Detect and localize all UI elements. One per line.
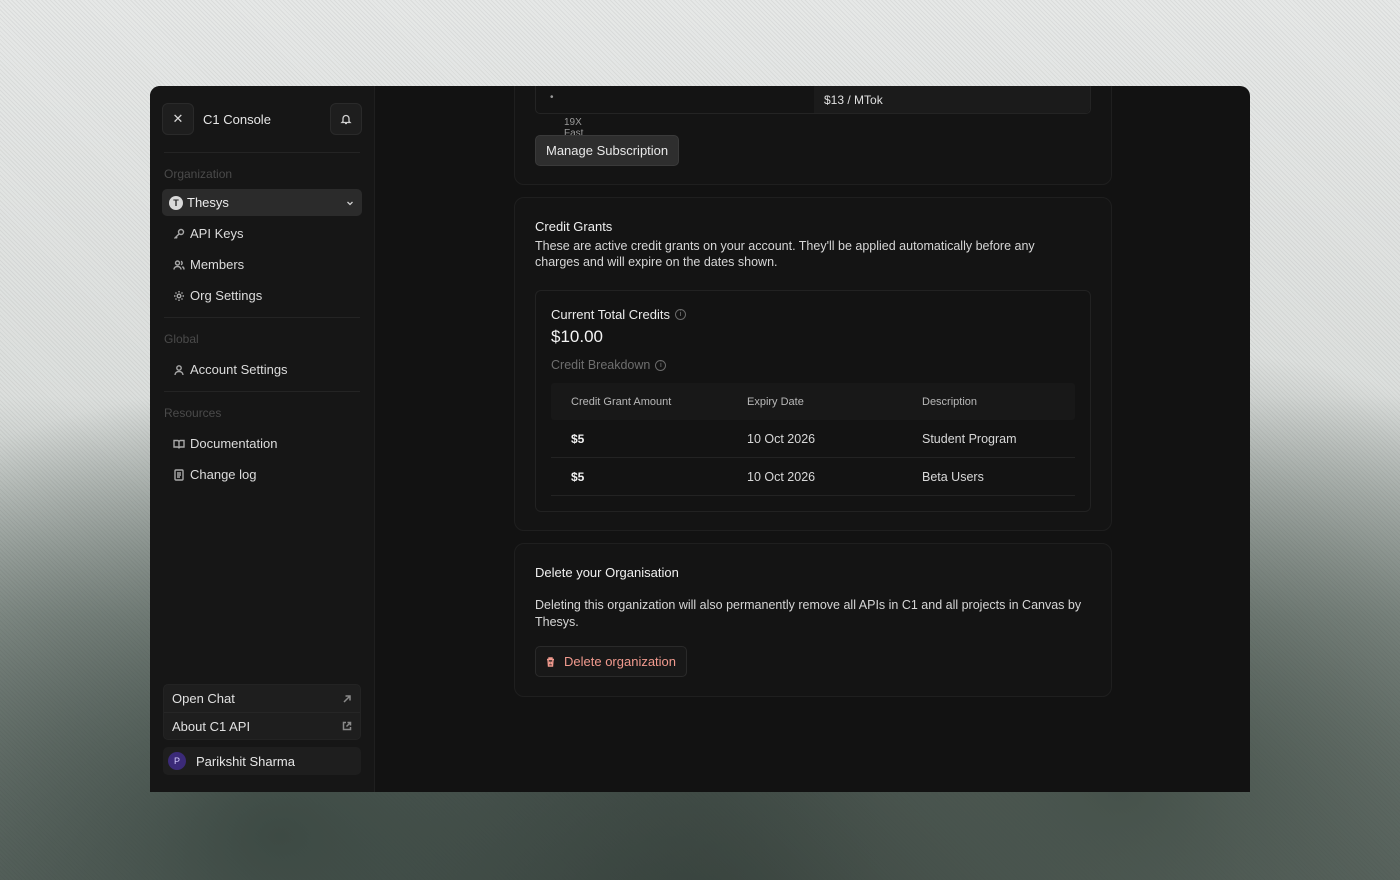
grant-description: Beta Users	[922, 469, 984, 484]
pricing-price-cell: $13 / MTok	[814, 86, 1090, 113]
about-c1-api-link[interactable]: About C1 API	[164, 712, 360, 739]
pricing-feature: • 19X Fast inputs	[550, 92, 591, 150]
sidebar-item-org-settings[interactable]: Org Settings	[162, 280, 362, 311]
sidebar-item-account-settings[interactable]: Account Settings	[162, 354, 362, 385]
delete-org-title: Delete your Organisation	[535, 565, 679, 580]
user-menu[interactable]: P Parikshit Sharma	[163, 747, 361, 775]
close-icon: ✕	[172, 111, 184, 126]
org-selector[interactable]: T Thesys	[162, 189, 362, 216]
arrow-up-right-icon	[343, 694, 351, 703]
credit-breakdown-label: Credit Breakdown i	[551, 358, 667, 372]
manage-subscription-button[interactable]: Manage Subscription	[535, 135, 680, 166]
user-icon	[174, 364, 184, 375]
delete-button-label: Delete organization	[564, 654, 677, 669]
main-content: • 19X Fast inputs $13 / MTok Manage Subs…	[375, 86, 1250, 792]
book-icon	[173, 439, 185, 449]
column-header-description: Description	[922, 395, 978, 408]
avatar: P	[168, 752, 186, 770]
sidebar: ✕ C1 Console Organization T Thesys API K…	[150, 86, 375, 792]
bell-icon	[340, 114, 352, 125]
credits-summary: Current Total Credits i $10.00 Credit Br…	[535, 290, 1091, 512]
link-label: Open Chat	[172, 691, 235, 706]
table-row: $5 10 Oct 2026 Beta Users	[551, 458, 1075, 496]
credit-grants-description: These are active credit grants on your a…	[535, 239, 1035, 269]
sidebar-item-members[interactable]: Members	[162, 249, 362, 280]
pricing-table: • 19X Fast inputs $13 / MTok	[535, 86, 1091, 150]
app-title: C1 Console	[203, 111, 271, 127]
open-chat-link[interactable]: Open Chat	[164, 685, 360, 712]
credit-grants-card: Credit Grants These are active credit gr…	[514, 197, 1112, 531]
sidebar-footer: Open Chat About C1 API P Parikshit Sharm…	[163, 684, 361, 775]
sidebar-item-documentation[interactable]: Documentation	[162, 428, 362, 459]
delete-organization-button[interactable]: Delete organization	[535, 646, 688, 677]
info-icon[interactable]: i	[655, 359, 667, 371]
console-window: ✕ C1 Console Organization T Thesys API K…	[150, 86, 1250, 792]
sidebar-item-label: Change log	[190, 467, 257, 482]
users-icon	[173, 259, 185, 270]
key-icon	[174, 228, 185, 239]
grant-expiry: 10 Oct 2026	[747, 469, 816, 484]
total-credits-value: $10.00	[551, 327, 603, 346]
sidebar-item-change-log[interactable]: Change log	[162, 459, 362, 490]
close-sidebar-button[interactable]: ✕	[162, 103, 194, 135]
chevron-down-icon	[347, 201, 353, 205]
sidebar-item-label: Account Settings	[190, 362, 288, 377]
table-header: Credit Grant Amount Expiry Date Descript…	[551, 383, 1075, 420]
grant-expiry: 10 Oct 2026	[747, 431, 816, 446]
file-icon	[174, 468, 184, 481]
notifications-button[interactable]	[330, 103, 362, 135]
grant-description: Student Program	[922, 431, 1017, 446]
org-name: Thesys	[187, 195, 229, 210]
credit-grants-title: Credit Grants	[535, 219, 613, 234]
subscription-card: • 19X Fast inputs $13 / MTok Manage Subs…	[514, 86, 1112, 185]
section-label-organization: Organization	[164, 167, 233, 181]
sidebar-item-label: Documentation	[190, 436, 278, 451]
sidebar-item-api-keys[interactable]: API Keys	[162, 218, 362, 249]
delete-org-description: Deleting this organization will also per…	[535, 598, 1082, 629]
credit-grants-table: Credit Grant Amount Expiry Date Descript…	[551, 383, 1075, 496]
info-icon[interactable]: i	[674, 309, 686, 320]
trash-icon	[547, 656, 554, 667]
sidebar-item-label: Members	[190, 257, 245, 272]
column-header-expiry: Expiry Date	[747, 395, 804, 408]
delete-organisation-card: Delete your Organisation Deleting this o…	[514, 543, 1112, 697]
link-label: About C1 API	[172, 718, 251, 734]
org-logo: T	[169, 195, 183, 210]
table-row: $5 10 Oct 2026 Student Program	[551, 420, 1075, 458]
pricing-feature-cell: • 19X Fast inputs	[536, 86, 814, 150]
sidebar-item-label: API Keys	[190, 226, 244, 241]
grant-amount: $5	[571, 469, 585, 484]
section-label-global: Global	[164, 332, 199, 346]
sidebar-header: ✕ C1 Console	[162, 86, 362, 152]
gear-icon	[174, 290, 184, 301]
column-header-amount: Credit Grant Amount	[571, 395, 672, 408]
total-credits-label: Current Total Credits i	[551, 307, 686, 322]
sidebar-item-label: Org Settings	[190, 288, 263, 303]
user-name: Parikshit Sharma	[196, 753, 295, 769]
section-label-resources: Resources	[164, 406, 222, 420]
external-link-icon	[342, 721, 352, 731]
pricing-price: $13 / MTok	[824, 93, 883, 107]
grant-amount: $5	[571, 431, 585, 446]
external-links: Open Chat About C1 API	[163, 684, 361, 740]
